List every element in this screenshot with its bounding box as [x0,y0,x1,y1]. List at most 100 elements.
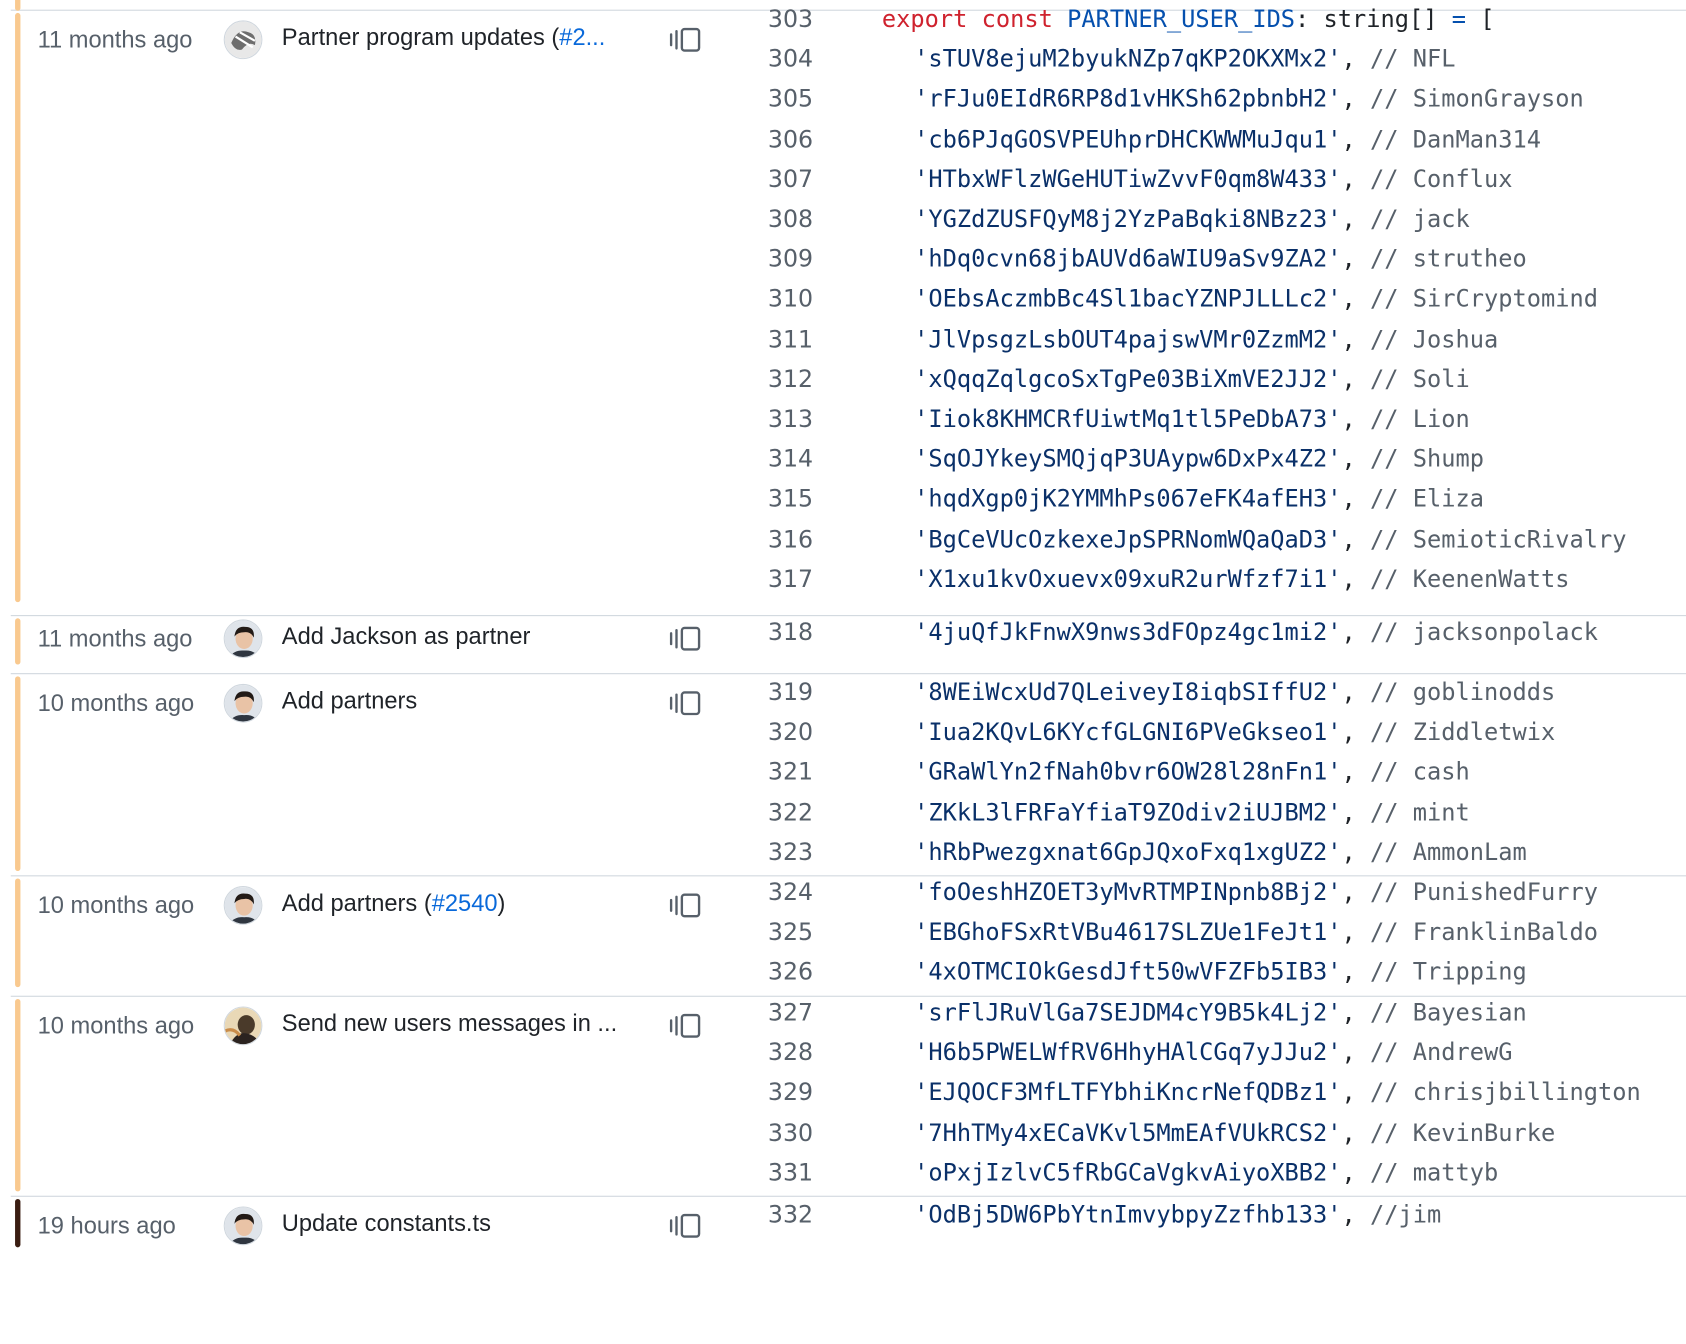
line-number[interactable]: 331 [768,1160,833,1187]
user-id-string: 'X1xu1kvOxuevx09xuR2urWfzf7i1' [914,566,1342,594]
line-number[interactable]: 304 [768,46,833,73]
user-id-string: 'hDq0cvn68jbAUVd6aWIU9aSv9ZA2' [914,246,1342,274]
separator: , [1341,1000,1371,1027]
line-number[interactable]: 317 [768,566,833,593]
code-content: 'hDq0cvn68jbAUVd6aWIU9aSv9ZA2', // strut… [914,246,1527,273]
code-content: export const PARTNER_USER_IDS: string[] … [882,6,1495,33]
separator: , [1341,759,1371,787]
code-line: 324 'foOeshHZOET3yMvRTMPINpnb8Bj2', // Pu… [0,875,1676,915]
user-id-string: 'EJQOCF3MfLTFYbhiKncrNefQDBz1' [914,1080,1342,1107]
separator: , [1341,406,1371,434]
line-number[interactable]: 310 [768,286,833,313]
line-number[interactable]: 332 [768,1202,833,1229]
code-content: 'Iua2KQvL6KYcfGLGNI6PVeGkseo1', // Ziddl… [914,720,1555,747]
user-id-string: 'cb6PJqGOSVPEUhprDHCKWWMuJqu1' [914,126,1342,154]
user-comment: // AndrewG [1370,1040,1513,1067]
separator: , [1341,879,1371,907]
code-content: 'YGZdZUSFQyM8j2YzPaBqki8NBz23', // jack [914,206,1470,233]
user-id-string: 'Iua2KQvL6KYcfGLGNI6PVeGkseo1' [914,719,1342,747]
code-content: 'ZKkL3lFRFaYfiaT9ZOdiv2iUJBM2', // mint [914,800,1470,827]
line-number[interactable]: 312 [768,366,833,393]
user-id-string: 'ZKkL3lFRFaYfiaT9ZOdiv2iUJBM2' [914,799,1342,827]
line-number[interactable]: 315 [768,486,833,513]
code-line: 310 'OEbsAczmbBc4Sl1bacYZNPJLLLc2', // Si… [0,282,1676,322]
code-content: 'HTbxWFlzWGeHUTiwZvvF0qm8W433', // Confl… [914,166,1512,193]
user-comment: // cash [1370,759,1470,787]
separator: , [1341,1160,1371,1187]
line-number[interactable]: 320 [768,720,833,747]
line-number[interactable]: 308 [768,206,833,233]
code-content: 'Iiok8KHMCRfUiwtMq1tl5PeDbA73', // Lion [914,406,1470,433]
code-line: 316 'BgCeVUcOzkexeJpSPRNomWQaQaD3', // Se… [0,522,1676,562]
code-line: 321 'GRaWlYn2fNah0bvr6OW28l28nFn1', // ca… [0,755,1676,795]
line-number[interactable]: 305 [768,86,833,113]
code-content: 'EBGhoFSxRtVBu4617SLZUe1FeJt1', // Frank… [914,920,1598,947]
code-line: 325 'EBGhoFSxRtVBu4617SLZUe1FeJt1', // Fr… [0,915,1676,955]
line-number[interactable]: 330 [768,1120,833,1147]
code-line: 322 'ZKkL3lFRFaYfiaT9ZOdiv2iUJBM2', // mi… [0,795,1676,835]
line-number[interactable]: 328 [768,1040,833,1067]
separator: , [1341,246,1371,274]
line-number[interactable]: 309 [768,246,833,273]
user-id-string: 'hRbPwezgxnat6GpJQxoFxq1xgUZ2' [914,839,1342,867]
user-id-string: 'xQqqZqlgcoSxTgPe03BiXmVE2JJ2' [914,366,1342,394]
user-id-string: 'foOeshHZOET3yMvRTMPINpnb8Bj2' [914,879,1342,907]
line-number[interactable]: 327 [768,1000,833,1027]
user-id-string: '7HhTMy4xECaVKvl5MmEAfVUkRCS2' [914,1120,1342,1147]
array-open: [ [1466,6,1495,34]
user-comment: // FranklinBaldo [1370,919,1598,947]
line-number[interactable]: 311 [768,326,833,353]
separator: , [1341,126,1371,154]
code-line: 308 'YGZdZUSFQyM8j2YzPaBqki8NBz23', // ja… [0,202,1676,242]
code-line: 328 'H6b5PWELWfRV6HhyHAlCGq7yJJu2', // An… [0,1036,1676,1076]
line-number[interactable]: 321 [768,760,833,787]
user-id-string: 'oPxjIzlvC5fRbGCaVgkvAiyoXBB2' [914,1160,1342,1187]
line-number[interactable]: 314 [768,446,833,473]
code-line: 317 'X1xu1kvOxuevx09xuR2urWfzf7i1', // Ke… [0,562,1676,602]
user-comment: // Lion [1370,406,1470,434]
user-comment: // mattyb [1370,1160,1499,1187]
line-number[interactable]: 326 [768,960,833,987]
code-line: 314 'SqOJYkeySMQjqP3UAypw6DxPx4Z2', // Sh… [0,442,1676,482]
code-line: 304 'sTUV8ejuM2byukNZp7qKP2OKXMx2', // NF… [0,42,1676,82]
separator: , [1341,486,1371,514]
separator: , [1341,719,1371,747]
line-number[interactable]: 316 [768,526,833,553]
separator: , [1341,526,1371,554]
code-content: '8WEiWcxUd7QLeiveyI8iqbSIffU2', // gobli… [914,680,1555,707]
line-number[interactable]: 303 [768,6,833,33]
user-comment: // AmmonLam [1370,839,1527,867]
line-number[interactable]: 322 [768,800,833,827]
constant-name: PARTNER_USER_IDS [1067,6,1296,34]
separator: , [1341,839,1371,867]
code-line: 305 'rFJu0EIdR6RP8d1vHKSh62pbnbH2', // Si… [0,82,1676,122]
user-comment: // PunishedFurry [1370,879,1598,907]
user-id-string: '4xOTMCIOkGesdJft50wVFZFb5IB3' [914,959,1342,987]
user-comment: // Joshua [1370,326,1499,354]
user-id-string: 'srFlJRuVlGa7SEJDM4cY9B5k4Lj2' [914,1000,1342,1027]
user-id-string: 'JlVpsgzLsbOUT4pajswVMr0ZzmM2' [914,326,1342,354]
line-number[interactable]: 323 [768,840,833,867]
line-number[interactable]: 319 [768,680,833,707]
user-comment: // jack [1370,206,1470,234]
line-number[interactable]: 318 [768,619,833,646]
user-comment: // Tripping [1370,959,1527,987]
code-content: 'JlVpsgzLsbOUT4pajswVMr0ZzmM2', // Joshu… [914,326,1498,353]
code-line: 330 '7HhTMy4xECaVKvl5MmEAfVUkRCS2', // Ke… [0,1116,1676,1156]
separator: , [1341,679,1371,707]
code-line: 327 'srFlJRuVlGa7SEJDM4cY9B5k4Lj2', // Ba… [0,996,1676,1036]
line-number[interactable]: 306 [768,126,833,153]
code-line: 306 'cb6PJqGOSVPEUhprDHCKWWMuJqu1', // Da… [0,122,1676,162]
separator: , [1341,959,1371,987]
line-number[interactable]: 325 [768,920,833,947]
code-content: 'cb6PJqGOSVPEUhprDHCKWWMuJqu1', // DanMa… [914,126,1541,153]
code-content: 'EJQOCF3MfLTFYbhiKncrNefQDBz1', // chris… [914,1080,1641,1107]
line-number[interactable]: 307 [768,166,833,193]
line-number[interactable]: 329 [768,1080,833,1107]
user-comment: //jim [1370,1202,1442,1230]
line-number[interactable]: 313 [768,406,833,433]
line-number[interactable]: 324 [768,880,833,907]
code-content: 'GRaWlYn2fNah0bvr6OW28l28nFn1', // cash [914,760,1470,787]
code-content: 'hqdXgp0jK2YMMhPs067eFK4afEH3', // Eliza [914,486,1484,513]
code-content: 'OdBj5DW6PbYtnImvybpyZzfhb133', //jim [914,1202,1441,1229]
